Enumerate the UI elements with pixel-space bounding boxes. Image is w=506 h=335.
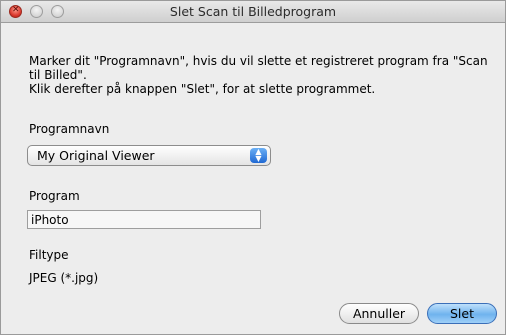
program-label: Program	[29, 189, 80, 203]
filetype-value: JPEG (*.jpg)	[29, 271, 99, 285]
program-name-label: Programnavn	[29, 122, 110, 136]
program-field: iPhoto	[27, 210, 261, 229]
instruction-line-1: Marker dit "Programnavn", hvis du vil sl…	[29, 54, 488, 68]
instruction-line-3: Klik derefter på knappen "Slet", for at …	[29, 82, 376, 96]
cancel-button[interactable]: Annuller	[339, 303, 419, 324]
program-value: iPhoto	[31, 213, 69, 227]
title-bar[interactable]: ✕ Slet Scan til Billedprogram	[1, 1, 505, 23]
program-name-value: My Original Viewer	[37, 148, 155, 163]
dialog-window: ✕ Slet Scan til Billedprogram Marker dit…	[0, 0, 506, 335]
delete-button[interactable]: Slet	[427, 303, 497, 324]
instruction-text: Marker dit "Programnavn", hvis du vil sl…	[29, 54, 491, 96]
updown-chevron-icon: ▲ ▼	[250, 148, 267, 163]
program-name-popup[interactable]: My Original Viewer ▲ ▼	[27, 145, 271, 166]
filetype-label: Filtype	[29, 248, 69, 262]
instruction-line-2: til Billed".	[29, 68, 87, 82]
window-title: Slet Scan til Billedprogram	[169, 4, 337, 19]
